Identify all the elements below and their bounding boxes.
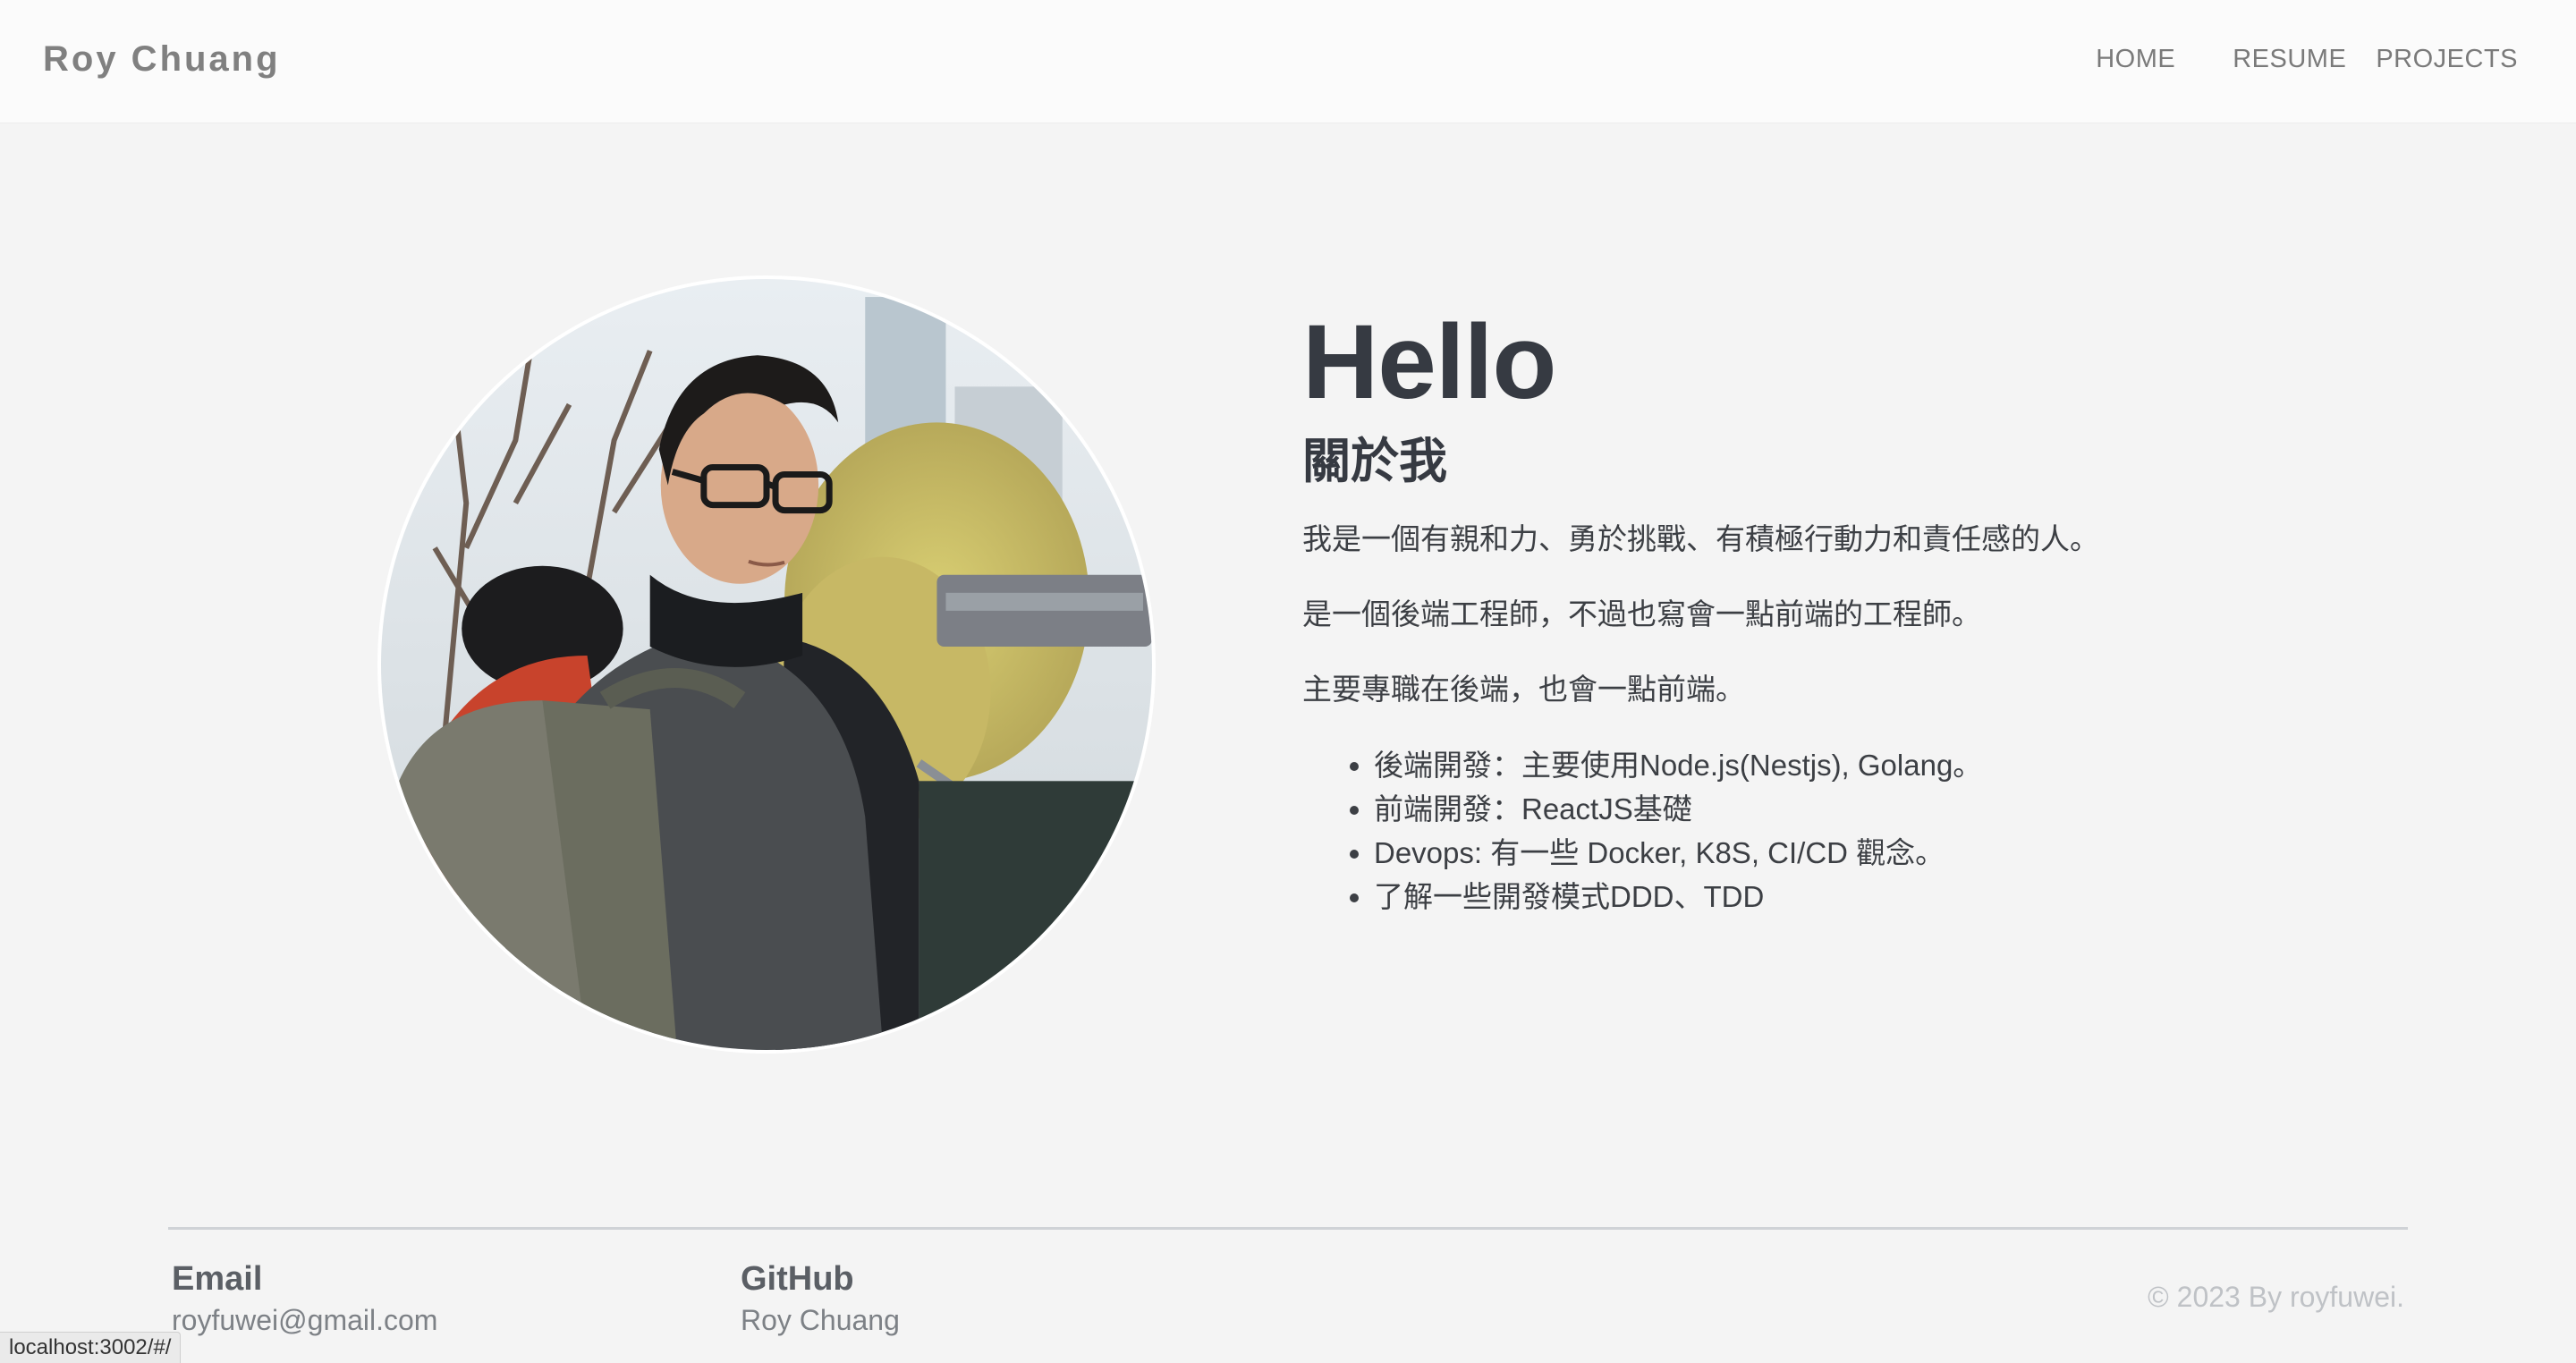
nav-home-link[interactable]: HOME	[2096, 45, 2175, 74]
top-navbar: Roy Chuang HOME RESUME PROJECTS	[0, 0, 2576, 123]
footer-divider	[168, 1227, 2408, 1230]
brand-logo-link[interactable]: Roy Chuang	[43, 39, 281, 80]
footer-github-link[interactable]: Roy Chuang	[741, 1300, 900, 1340]
intro-paragraph: 主要專職在後端，也會一點前端。	[1302, 673, 1745, 706]
about-heading: 關於我	[1302, 435, 1447, 488]
footer-email-link[interactable]: royfuwei@gmail.com	[172, 1300, 437, 1340]
skills-list-item: 前端開發：ReactJS基礎	[1374, 787, 2376, 831]
skills-list: 後端開發：主要使用Node.js(Nestjs), Golang。 前端開發：R…	[1302, 743, 2376, 919]
avatar-frame	[377, 275, 1156, 1054]
skills-list-item: 了解一些開發模式DDD、TDD	[1374, 875, 2376, 919]
footer-email-title: Email	[172, 1260, 263, 1298]
footer-github: GitHub Roy Chuang	[741, 1257, 900, 1340]
nav-menu: HOME RESUME PROJECTS	[2096, 45, 2518, 74]
skills-list-item: 後端開發：主要使用Node.js(Nestjs), Golang。	[1374, 743, 2376, 787]
hello-heading: Hello	[1302, 303, 1557, 421]
footer-email: Email royfuwei@gmail.com	[172, 1257, 437, 1340]
nav-projects-link[interactable]: PROJECTS	[2376, 45, 2518, 74]
skills-list-item: Devops: 有一些 Docker, K8S, CI/CD 觀念。	[1374, 831, 2376, 875]
profile-photo	[381, 279, 1152, 1050]
status-bar-url: localhost:3002/#/	[0, 1332, 182, 1363]
footer-copyright: © 2023 By royfuwei.	[2148, 1281, 2404, 1313]
footer-github-title: GitHub	[741, 1260, 854, 1298]
nav-resume-link[interactable]: RESUME	[2233, 45, 2346, 74]
about-section: Hello 關於我 我是一個有親和力、勇於挑戰、有積極行動力和責任感的人。 是一…	[1302, 295, 2376, 919]
intro-paragraph: 我是一個有親和力、勇於挑戰、有積極行動力和責任感的人。	[1302, 522, 2099, 555]
intro-paragraph: 是一個後端工程師，不過也寫會一點前端的工程師。	[1302, 597, 1981, 631]
